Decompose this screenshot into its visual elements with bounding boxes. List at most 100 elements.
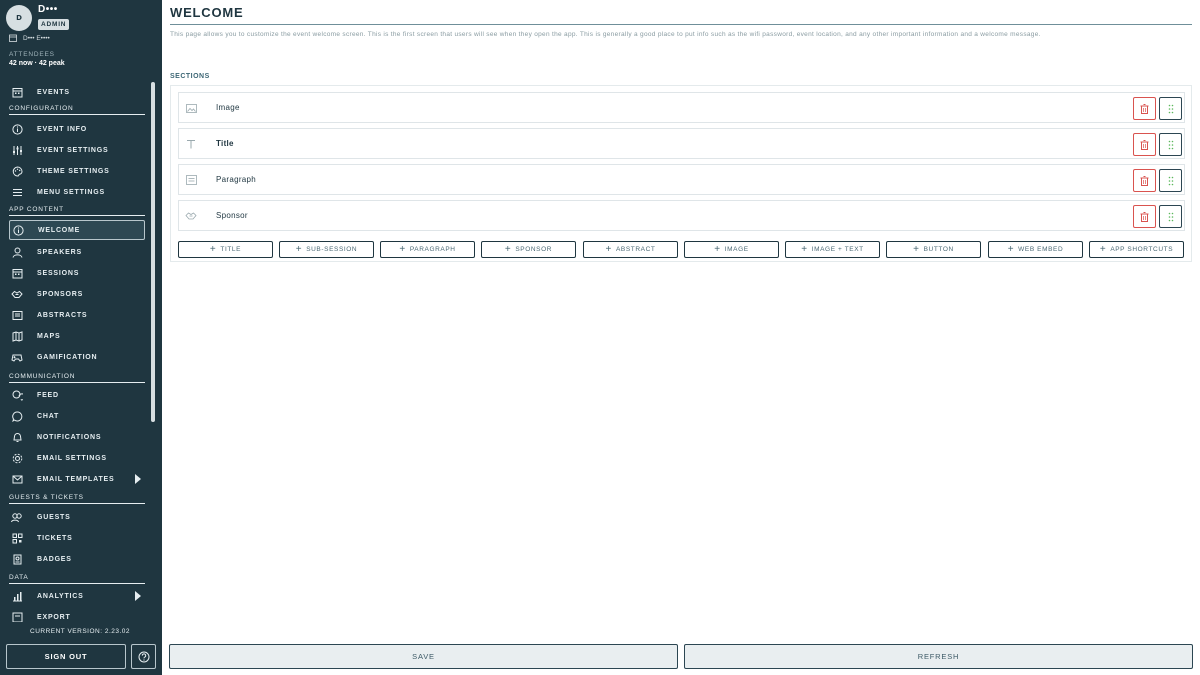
nav-item-tickets[interactable]: TICKETS [9,528,145,548]
nav-item-sponsors[interactable]: SPONSORS [9,284,145,304]
nav-label: SESSIONS [37,269,80,277]
section-row-sponsor[interactable]: Sponsor [178,200,1185,231]
section-row-paragraph[interactable]: Paragraph [178,164,1185,195]
sidebar-scrollbar[interactable] [151,82,155,422]
nav-label: ANALYTICS [37,592,84,600]
add-sponsor-button[interactable]: + SPONSOR [481,241,576,258]
sign-out-button[interactable]: SIGN OUT [6,644,126,669]
nav-item-email-templates[interactable]: EMAIL TEMPLATES [9,469,145,489]
add-web-embed-button[interactable]: + WEB EMBED [988,241,1083,258]
add-button-label: WEB EMBED [1018,246,1064,253]
attendees-label: ATTENDEES [9,51,55,58]
nav-item-welcome[interactable]: WELCOME [9,220,145,240]
nav-item-theme-settings[interactable]: THEME SETTINGS [9,161,145,181]
nav-item-chat[interactable]: CHAT [9,406,145,426]
delete-section-button[interactable] [1133,205,1156,228]
info-icon [12,224,24,236]
plus-icon: + [504,243,512,255]
nav-item-abstracts[interactable]: ABSTRACTS [9,305,145,325]
calendar-icon [11,86,23,98]
nav-item-email-settings[interactable]: EMAIL SETTINGS [9,448,145,468]
nav-item-events[interactable]: EVENTS [9,82,145,102]
expand-arrow-icon[interactable] [135,591,141,601]
section-data: DATA [9,574,145,584]
role-badge: ADMIN [38,19,70,30]
drag-handle-button[interactable] [1159,169,1182,192]
nav-item-event-info[interactable]: EVENT INFO [9,119,145,139]
main-content: WELCOME This page allows you to customiz… [162,0,1200,675]
nav-label: BADGES [37,555,72,563]
help-button[interactable] [131,644,156,669]
nav-item-speakers[interactable]: SPEAKERS [9,242,145,262]
delete-section-button[interactable] [1133,133,1156,156]
chat-bubbles-icon [11,389,23,401]
add-button-label: ABSTRACT [615,246,656,253]
add-image-text-button[interactable]: + IMAGE + TEXT [785,241,880,258]
event-name: D••• E•••• [23,34,50,42]
nav-label: TICKETS [37,534,73,542]
drag-handle-button[interactable] [1159,205,1182,228]
save-button[interactable]: SAVE [169,644,678,669]
paragraph-icon [185,174,197,186]
nav-label: EMAIL TEMPLATES [37,475,115,483]
add-button-button[interactable]: + BUTTON [886,241,981,258]
image-icon [185,102,197,114]
nav-item-maps[interactable]: MAPS [9,326,145,346]
nav-label: GUESTS [37,513,71,521]
section-row-title[interactable]: Title [178,128,1185,159]
delete-section-button[interactable] [1133,169,1156,192]
add-button-label: IMAGE [724,246,749,253]
add-title-button[interactable]: + TITLE [178,241,273,258]
nav-item-sessions[interactable]: SESSIONS [9,263,145,283]
nav-item-export[interactable]: EXPORT [9,607,145,622]
nav-item-analytics[interactable]: ANALYTICS [9,586,145,606]
expand-arrow-icon[interactable] [135,474,141,484]
handshake-icon [185,210,197,222]
drag-dots-icon [1168,212,1173,221]
nav-label: EXPORT [37,613,71,621]
drag-dots-icon [1168,140,1173,149]
palette-icon [11,165,23,177]
drag-dots-icon [1168,104,1173,113]
user-icon [11,246,23,258]
envelope-icon [11,473,23,485]
help-icon [138,651,149,662]
nav-item-menu-settings[interactable]: MENU SETTINGS [9,182,145,202]
section-label: Title [216,139,234,148]
add-app-shortcuts-button[interactable]: + APP SHORTCUTS [1089,241,1184,258]
plus-icon: + [913,243,920,255]
chat-icon [11,410,23,422]
gear-icon [11,452,23,464]
add-abstract-button[interactable]: + ABSTRACT [583,241,678,258]
add-image-button[interactable]: + IMAGE [684,241,779,258]
drag-handle-button[interactable] [1159,133,1182,156]
nav-label: SPEAKERS [37,248,82,256]
export-icon [11,611,23,622]
section-row-image[interactable]: Image [178,92,1185,123]
current-event[interactable]: D••• E•••• [9,34,50,42]
handshake-icon [11,288,23,300]
avatar[interactable]: D [6,5,32,31]
nav-label: EVENT INFO [37,125,88,133]
nav-item-gamification[interactable]: GAMIFICATION [9,347,145,367]
trash-icon [1140,175,1149,186]
info-icon [11,123,23,135]
add-paragraph-button[interactable]: + PARAGRAPH [380,241,475,258]
nav-label: CHAT [37,412,60,420]
nav-item-feed[interactable]: FEED [9,385,145,405]
nav-label: SPONSORS [37,290,84,298]
nav-item-notifications[interactable]: NOTIFICATIONS [9,427,145,447]
nav-item-badges[interactable]: BADGES [9,549,145,569]
trash-icon [1140,211,1149,222]
page-description: This page allows you to customize the ev… [170,31,1041,38]
page-title: WELCOME [170,5,244,20]
nav-item-event-settings[interactable]: EVENT SETTINGS [9,140,145,160]
nav-item-guests[interactable]: GUESTS [9,507,145,527]
refresh-button[interactable]: REFRESH [684,644,1193,669]
add-sub-session-button[interactable]: + SUB-SESSION [279,241,374,258]
drag-handle-button[interactable] [1159,97,1182,120]
nav-label: FEED [37,391,59,399]
nav-label: NOTIFICATIONS [37,433,102,441]
delete-section-button[interactable] [1133,97,1156,120]
nav-label: EVENTS [37,88,70,96]
